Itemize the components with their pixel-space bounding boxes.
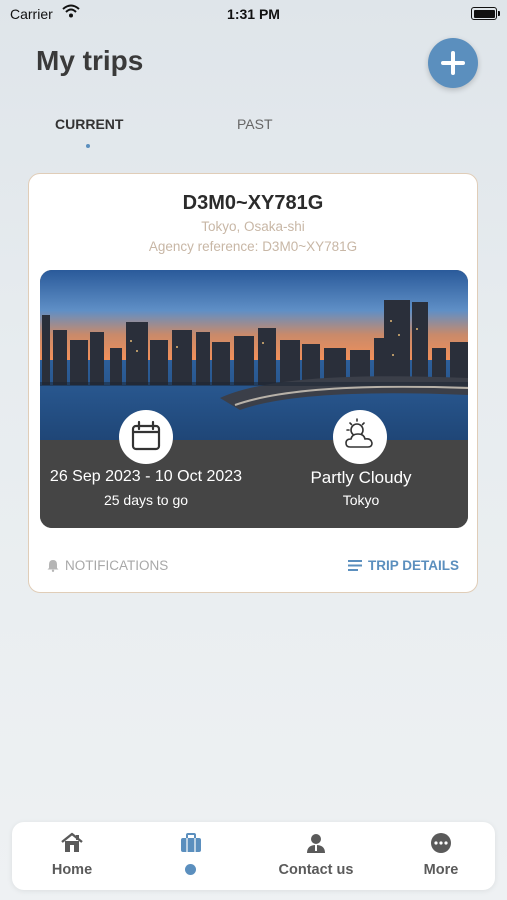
days-to-go: 25 days to go (103, 492, 189, 508)
calendar-icon (131, 420, 161, 451)
status-bar: Carrier 1:31 PM (0, 0, 507, 30)
trip-location: Tokyo, Osaka-shi (201, 219, 305, 234)
weather-icon-circle (333, 410, 387, 464)
trip-card[interactable]: D3M0~XY781G Tokyo, Osaka-shi Agency refe… (28, 173, 478, 593)
agency-reference: Agency reference: D3M0~XY781G (29, 239, 477, 254)
nav-more-label: More (423, 862, 459, 878)
nav-trips[interactable] (131, 822, 251, 890)
page-title: My trips (36, 45, 144, 76)
active-nav-indicator (185, 864, 196, 875)
nav-contact-us-label: Contact us (278, 862, 354, 878)
nav-home[interactable]: Home (12, 822, 132, 890)
weather-city: Tokyo (342, 492, 380, 508)
active-tab-indicator (86, 144, 90, 148)
calendar-icon-circle (119, 410, 173, 464)
battery-icon (471, 7, 500, 20)
bell-icon (47, 560, 59, 572)
briefcase-icon (181, 833, 201, 852)
notifications-button[interactable]: NOTIFICATIONS (47, 558, 168, 573)
trip-image: 26 Sep 2023 - 10 Oct 2023 25 days to go … (40, 270, 468, 528)
partly-cloudy-icon (345, 418, 373, 448)
agency-reference-value: D3M0~XY781G (262, 239, 358, 254)
trip-dates: 26 Sep 2023 - 10 Oct 2023 (49, 468, 243, 485)
plus-icon (441, 51, 465, 75)
tab-current[interactable]: CURRENT (55, 116, 123, 132)
weather-description: Partly Cloudy (310, 468, 412, 487)
agency-reference-label: Agency reference: (148, 239, 259, 254)
list-icon (347, 560, 362, 571)
more-icon (431, 833, 451, 853)
nav-home-label: Home (51, 862, 93, 878)
bottom-tab-bar: Home Contact us More (12, 822, 495, 890)
trip-code: D3M0~XY781G (182, 192, 324, 214)
trip-details-label: TRIP DETAILS (367, 558, 459, 573)
notifications-label: NOTIFICATIONS (65, 558, 169, 573)
tab-past[interactable]: PAST (237, 116, 273, 132)
add-trip-button[interactable] (428, 38, 478, 88)
person-icon (307, 834, 325, 853)
nav-contact-us[interactable]: Contact us (256, 822, 376, 890)
clock: 1:31 PM (227, 6, 280, 22)
home-icon (61, 832, 83, 852)
nav-more[interactable]: More (381, 822, 501, 890)
trip-details-button[interactable]: TRIP DETAILS (347, 558, 459, 573)
